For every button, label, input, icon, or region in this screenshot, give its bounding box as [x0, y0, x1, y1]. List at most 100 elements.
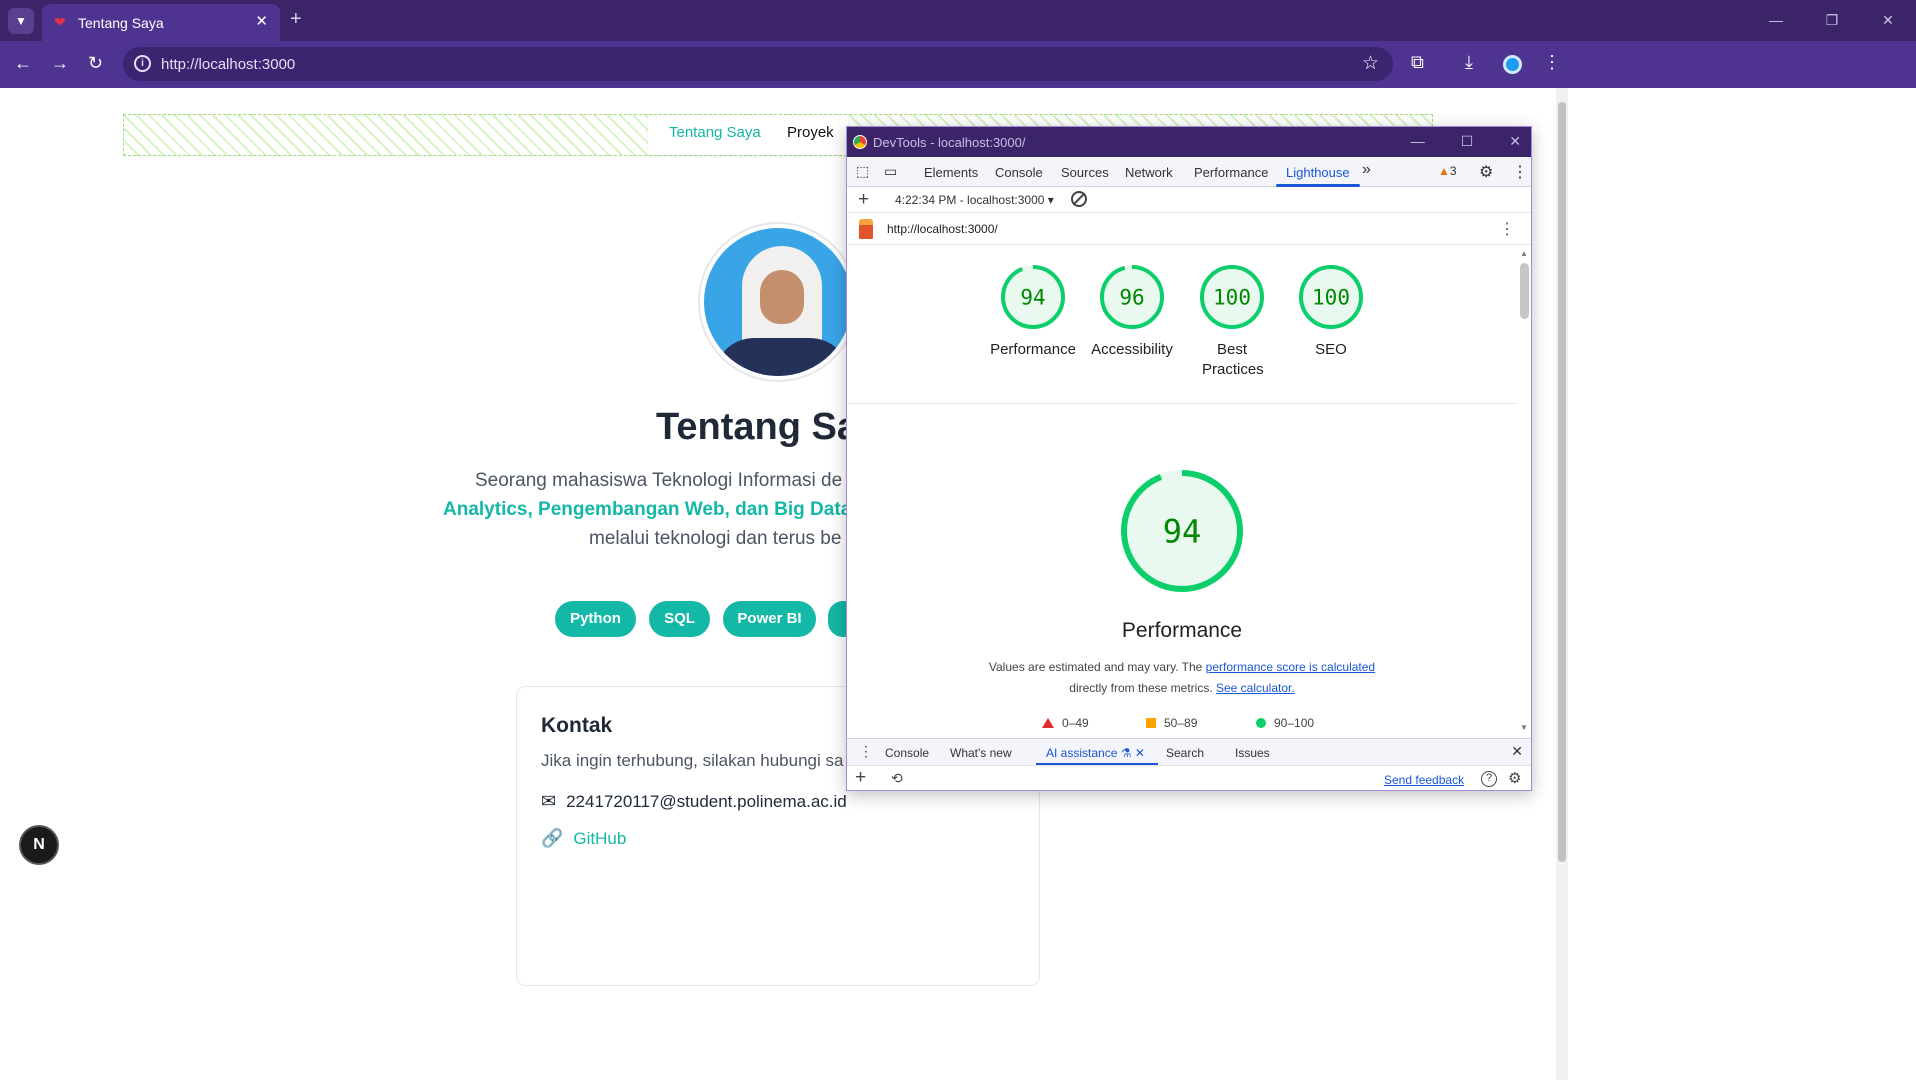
clear-reports-icon[interactable] — [1071, 191, 1087, 207]
page-scrollbar-thumb[interactable] — [1558, 102, 1566, 862]
see-calculator-link[interactable]: See calculator. — [1216, 681, 1295, 695]
envelope-icon: ✉ — [541, 791, 557, 811]
browser-toolbar: ← → ↻ i http://localhost:3000 ☆ ⧉ ⤓ ⋮ — [0, 41, 1916, 88]
new-report-plus-icon[interactable]: + — [858, 189, 869, 211]
report-url: http://localhost:3000/ — [887, 222, 998, 236]
lighthouse-scrollbar-thumb[interactable] — [1520, 263, 1529, 319]
download-icon[interactable]: ⤓ — [1465, 52, 1473, 73]
nav-link-proyek[interactable]: Proyek — [787, 124, 834, 141]
devtools-menu-kebab-icon[interactable]: ⋮ — [1512, 162, 1528, 182]
legend-fail: 0–49 — [1042, 716, 1089, 730]
tab-sources[interactable]: Sources — [1061, 165, 1109, 180]
forward-arrow-icon[interactable]: → — [51, 53, 69, 74]
help-icon[interactable]: ? — [1481, 771, 1497, 787]
orange-square-icon — [1146, 718, 1156, 728]
tab-search-button[interactable]: ▼ — [8, 8, 34, 34]
gauge-accessibility[interactable]: 96 Accessibility — [1077, 263, 1187, 360]
address-bar[interactable]: i http://localhost:3000 ☆ — [123, 47, 1393, 81]
gauge-performance[interactable]: 94 Performance — [978, 263, 1088, 360]
skill-badge-sql: SQL — [649, 601, 710, 637]
accessibility-score: 96 — [1119, 286, 1144, 310]
performance-note: Values are estimated and may vary. The p… — [988, 660, 1376, 695]
bookmark-star-icon[interactable]: ☆ — [1362, 52, 1379, 75]
lighthouse-logo-icon — [859, 219, 873, 239]
nav-link-tentang-saya[interactable]: Tentang Saya — [669, 124, 761, 141]
back-arrow-icon[interactable]: ← — [14, 53, 32, 74]
settings-gear-icon[interactable]: ⚙ — [1479, 162, 1493, 182]
devtools-maximize-button[interactable]: ☐ — [1461, 133, 1474, 150]
skill-badge-python: Python — [555, 601, 636, 637]
gauge-label-accessibility: Accessibility — [1091, 341, 1173, 358]
drawer-menu-kebab-icon[interactable]: ⋮ — [859, 743, 873, 760]
tab-elements[interactable]: Elements — [924, 165, 978, 180]
tab-console[interactable]: Console — [995, 165, 1043, 180]
close-drawer-icon[interactable]: ✕ — [1511, 743, 1523, 760]
profile-photo — [700, 224, 856, 380]
performance-detail-score: 94 — [1163, 513, 1202, 551]
browser-menu-kebab-icon[interactable]: ⋮ — [1543, 52, 1561, 73]
gauge-label-seo: SEO — [1315, 341, 1347, 358]
new-tab-button[interactable]: + — [290, 8, 302, 31]
link-chain-icon: 🔗 — [541, 828, 564, 848]
address-url[interactable]: http://localhost:3000 — [161, 56, 295, 73]
score-calculation-link[interactable]: performance score is calculated — [1206, 660, 1375, 674]
devtools-tabbar: ⬚ ▭ Elements Console Sources Network Per… — [847, 157, 1531, 187]
ai-settings-gear-icon[interactable]: ⚙ — [1508, 769, 1521, 787]
hero-description-line-1: Seorang mahasiswa Teknologi Informasi de — [475, 470, 843, 491]
scroll-down-arrow-icon[interactable]: ▼ — [1520, 723, 1528, 732]
drawer-tabbar: ⋮ Console What's new AI assistance ⚗ ✕ S… — [847, 738, 1531, 766]
inspect-element-icon[interactable]: ⬚ — [856, 163, 869, 180]
site-info-icon[interactable]: i — [134, 55, 151, 72]
tab-lighthouse[interactable]: Lighthouse — [1286, 165, 1350, 180]
profile-avatar-icon[interactable] — [1503, 55, 1522, 74]
close-ai-tab-icon[interactable]: ✕ — [1135, 746, 1145, 760]
restore-button[interactable]: ❐ — [1804, 0, 1860, 41]
drawer-tab-issues[interactable]: Issues — [1235, 746, 1270, 760]
best-practices-score: 100 — [1213, 286, 1251, 310]
history-icon[interactable]: ⟲ — [891, 770, 903, 787]
reload-icon[interactable]: ↻ — [88, 53, 103, 74]
nextjs-dev-indicator[interactable]: N — [19, 825, 59, 865]
gauge-label-best-practices: Best Practices — [1202, 341, 1264, 378]
new-chat-plus-icon[interactable]: + — [855, 767, 866, 789]
send-feedback-link[interactable]: Send feedback — [1384, 773, 1464, 787]
contact-github-row[interactable]: 🔗 GitHub — [541, 828, 626, 849]
scroll-up-arrow-icon[interactable]: ▲ — [1520, 249, 1528, 258]
performance-section-title: Performance — [1121, 619, 1243, 642]
chrome-logo-icon — [853, 135, 867, 149]
ai-assistance-toolbar: + ⟲ Send feedback ? ⚙ — [847, 765, 1531, 790]
gauge-best-practices[interactable]: 100 Best Practices — [1177, 263, 1287, 380]
extensions-puzzle-icon[interactable]: ⧉ — [1411, 52, 1424, 73]
seo-gauge-svg: 100 — [1299, 265, 1363, 329]
close-window-button[interactable]: ✕ — [1860, 0, 1916, 41]
category-gauges: 94 Performance 96 Accessibility 100 Best Prac… — [847, 247, 1517, 405]
lighthouse-scrollbar[interactable]: ▲ ▼ — [1517, 247, 1531, 735]
tab-close-icon[interactable]: ✕ — [255, 12, 268, 30]
legend-pass: 90–100 — [1256, 716, 1314, 730]
drawer-tab-ai-assistance[interactable]: AI assistance ⚗ ✕ — [1046, 746, 1145, 760]
drawer-tab-console[interactable]: Console — [885, 746, 929, 760]
warnings-counter[interactable]: ▲3 — [1438, 164, 1457, 178]
devtools-close-button[interactable]: ✕ — [1509, 133, 1521, 150]
more-tabs-chevron-icon[interactable]: » — [1362, 161, 1371, 179]
device-toolbar-icon[interactable]: ▭ — [884, 163, 897, 180]
page-scrollbar[interactable] — [1556, 88, 1568, 1080]
drawer-tab-search[interactable]: Search — [1166, 746, 1204, 760]
lighthouse-report-header: http://localhost:3000/ ⋮ — [847, 213, 1531, 245]
accessibility-gauge-svg: 96 — [1100, 265, 1164, 329]
github-link[interactable]: GitHub — [573, 829, 626, 849]
devtools-minimize-button[interactable]: — — [1411, 133, 1425, 150]
tab-network[interactable]: Network — [1125, 165, 1173, 180]
favicon-heart-icon: ❤ — [54, 14, 66, 30]
report-menu-kebab-icon[interactable]: ⋮ — [1499, 219, 1515, 239]
best-practices-gauge-svg: 100 — [1200, 265, 1264, 329]
browser-tab[interactable]: ❤ Tentang Saya ✕ — [42, 4, 280, 41]
report-selector[interactable]: 4:22:34 PM - localhost:3000 ▾ — [895, 193, 1054, 207]
devtools-titlebar: DevTools - localhost:3000/ — ☐ ✕ — [847, 127, 1531, 157]
tab-performance[interactable]: Performance — [1194, 165, 1268, 180]
green-circle-icon — [1256, 718, 1266, 728]
gauge-seo[interactable]: 100 SEO — [1276, 263, 1386, 360]
drawer-tab-whats-new[interactable]: What's new — [950, 746, 1012, 760]
minimize-button[interactable]: — — [1748, 0, 1804, 41]
legend-average: 50–89 — [1146, 716, 1197, 730]
